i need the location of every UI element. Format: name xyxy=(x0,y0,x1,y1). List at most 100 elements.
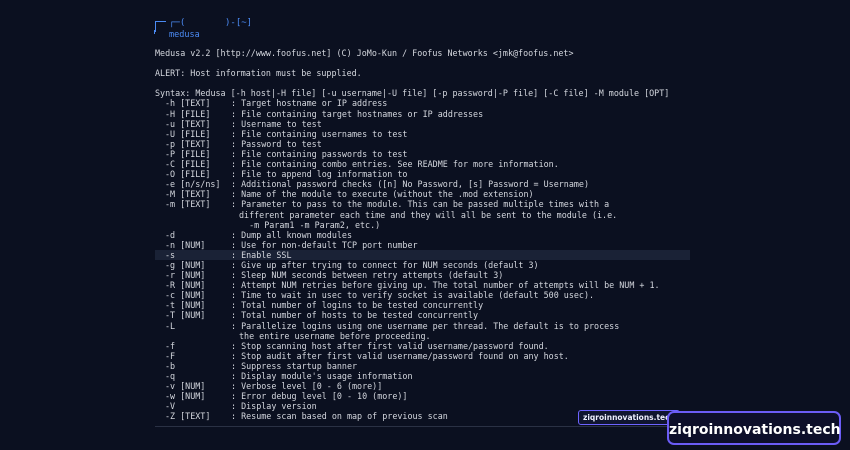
option-continuation: different parameter each time and they w… xyxy=(239,209,618,220)
option-flag: -M [TEXT] xyxy=(165,189,211,200)
option-row: -p [TEXT] : Password to test xyxy=(155,139,690,149)
option-description: : Stop scanning host after first valid u… xyxy=(231,340,549,351)
option-row: -f : Stop scanning host after first valid… xyxy=(155,341,690,351)
option-row: -F : Stop audit after first valid usernam… xyxy=(155,351,690,361)
terminal-window[interactable]: ┌─( medusa )-[~] Medusa v2.2 [http://www… xyxy=(154,14,690,432)
option-flag: -d xyxy=(165,229,176,240)
watermark-badge: ziqroinnovations.tech xyxy=(667,411,841,445)
option-description: : Parameter to pass to the module. This … xyxy=(231,199,610,210)
option-description: : Suppress startup banner xyxy=(231,360,358,371)
option-flag: -L xyxy=(165,320,176,331)
option-flag: -O [FILE] xyxy=(165,169,211,180)
option-description: : File containing combo entries. See REA… xyxy=(231,159,559,170)
option-flag: -h [TEXT] xyxy=(165,98,211,109)
option-flag: -T [NUM] xyxy=(165,310,206,321)
option-row: -u [TEXT] : Username to test xyxy=(155,119,690,129)
option-continuation: the entire username before proceeding. xyxy=(239,330,431,341)
option-description: : Total number of logins to be tested co… xyxy=(231,300,484,311)
option-flag: -g [NUM] xyxy=(165,259,206,270)
option-row: -C [FILE] : File containing combo entries… xyxy=(155,159,690,169)
option-description: : Target hostname or IP address xyxy=(231,98,388,109)
option-description: : Use for non-default TCP port number xyxy=(231,239,418,250)
option-flag: -s xyxy=(165,249,176,260)
option-row: -q : Display module's usage information xyxy=(155,371,690,381)
option-row: -U [FILE] : File containing usernames to … xyxy=(155,129,690,139)
option-flag: -F xyxy=(165,350,176,361)
option-row: -e [n/s/ns] : Additional password checks … xyxy=(155,179,690,189)
option-flag: -u [TEXT] xyxy=(165,118,211,129)
option-row: -n [NUM] : Use for non-default TCP port n… xyxy=(155,240,690,250)
option-flag: -e [n/s/ns] xyxy=(165,179,221,190)
option-description: : Display version xyxy=(231,401,317,412)
terminal-divider xyxy=(155,426,690,427)
option-flag: -m [TEXT] xyxy=(165,199,211,210)
option-flag: -w [NUM] xyxy=(165,391,206,402)
option-flag: -n [NUM] xyxy=(165,239,206,250)
option-row: -R [NUM] : Attempt NUM retries before giv… xyxy=(155,280,690,290)
version-line: Medusa v2.2 [http://www.foofus.net] (C) … xyxy=(155,48,574,58)
option-row: -L : Parallelize logins using one usernam… xyxy=(155,321,690,331)
option-description: : Username to test xyxy=(231,118,322,129)
option-flag: -f xyxy=(165,340,176,351)
option-row: -O [FILE] : File to append log informatio… xyxy=(155,169,690,179)
watermark-small: ziqroinnovations.tech xyxy=(578,410,680,425)
option-description: : Dump all known modules xyxy=(231,229,353,240)
option-description: : File containing passwords to test xyxy=(231,148,408,159)
option-row: -P [FILE] : File containing passwords to … xyxy=(155,149,690,159)
option-flag: -c [NUM] xyxy=(165,290,206,301)
option-row: -w [NUM] : Error debug level [0 - 10 (mor… xyxy=(155,391,690,401)
option-row: -T [NUM]: Total number of hosts to be te… xyxy=(155,310,690,320)
option-row: -b : Suppress startup banner xyxy=(155,361,690,371)
option-flag: -V xyxy=(165,401,176,412)
option-description: : Stop audit after first valid username/… xyxy=(231,350,569,361)
prompt-directory: )-[~] xyxy=(225,18,253,28)
option-row: -M [TEXT] : Name of the module to execute… xyxy=(155,189,690,199)
options-list: -h [TEXT] : Target hostname or IP address… xyxy=(155,98,690,421)
option-flag: -q xyxy=(165,371,176,381)
option-description: : File containing usernames to test xyxy=(231,128,408,139)
option-row: -s : Enable SSL xyxy=(155,249,690,260)
option-flag: -v [NUM] xyxy=(165,381,206,392)
option-row: -r [NUM] : Sleep NUM seconds between retr… xyxy=(155,270,690,280)
option-description: : Password to test xyxy=(231,138,322,149)
option-flag: -P [FILE] xyxy=(165,148,211,159)
prompt-corner-glyph xyxy=(154,21,166,34)
option-description: : Resume scan based on map of previous s… xyxy=(231,411,448,422)
option-description: : File containing target hostnames or IP… xyxy=(231,108,484,119)
option-description: : Parallelize logins using one username … xyxy=(231,320,620,331)
option-row: -h [TEXT] : Target hostname or IP address xyxy=(155,98,690,108)
option-description: : File to append log information to xyxy=(231,169,408,180)
syntax-line: Syntax: Medusa [-h host|-H file] [-u use… xyxy=(155,88,670,99)
option-row: -H [FILE] : File containing target hostna… xyxy=(155,109,690,119)
option-description: : Attempt NUM retries before giving up. … xyxy=(231,280,660,291)
option-description: : Verbose level [0 - 6 (more)] xyxy=(231,381,383,392)
option-row: -t [NUM] : Total number of logins to be t… xyxy=(155,300,690,310)
prompt-open: ┌─( xyxy=(169,18,186,28)
option-continuation: -m Param1 -m Param2, etc.) xyxy=(239,219,381,230)
prompt-user: medusa xyxy=(169,30,200,40)
option-flag: -C [FILE] xyxy=(165,159,211,170)
option-description: : Additional password checks ([n] No Pas… xyxy=(231,179,589,190)
option-row: -v [NUM] : Verbose level [0 - 6 (more)] xyxy=(155,381,690,391)
option-flag: -r [NUM] xyxy=(165,270,206,281)
option-row: -m [TEXT] : Parameter to pass to the modu… xyxy=(155,199,690,209)
option-row: -c [NUM] : Time to wait in usec to verify… xyxy=(155,290,690,300)
option-description: : Name of the module to execute (without… xyxy=(231,189,534,200)
option-flag: -p [TEXT] xyxy=(165,138,211,149)
option-description: : Display module's usage information xyxy=(231,371,413,381)
option-description: : Error debug level [0 - 10 (more)] xyxy=(231,391,408,402)
option-description: : Sleep NUM seconds between retry attemp… xyxy=(231,270,504,281)
option-flag: -R [NUM] xyxy=(165,280,206,291)
option-flag: -b xyxy=(165,360,176,371)
option-row: -g [NUM] : Give up after trying to connec… xyxy=(155,260,690,270)
option-flag: -H [FILE] xyxy=(165,108,211,119)
option-row: -d : Dump all known modules xyxy=(155,230,690,240)
option-flag: -U [FILE] xyxy=(165,128,211,139)
option-flag: -Z [TEXT] xyxy=(165,411,211,422)
option-flag: -t [NUM] xyxy=(165,300,206,311)
option-description: : Give up after trying to connect for NU… xyxy=(231,259,539,270)
option-description: : Enable SSL xyxy=(231,249,292,260)
shell-prompt: ┌─( medusa )-[~] xyxy=(154,14,690,48)
alert-line: ALERT: Host information must be supplied… xyxy=(155,68,362,79)
option-description: : Time to wait in usec to verify socket … xyxy=(231,290,595,301)
